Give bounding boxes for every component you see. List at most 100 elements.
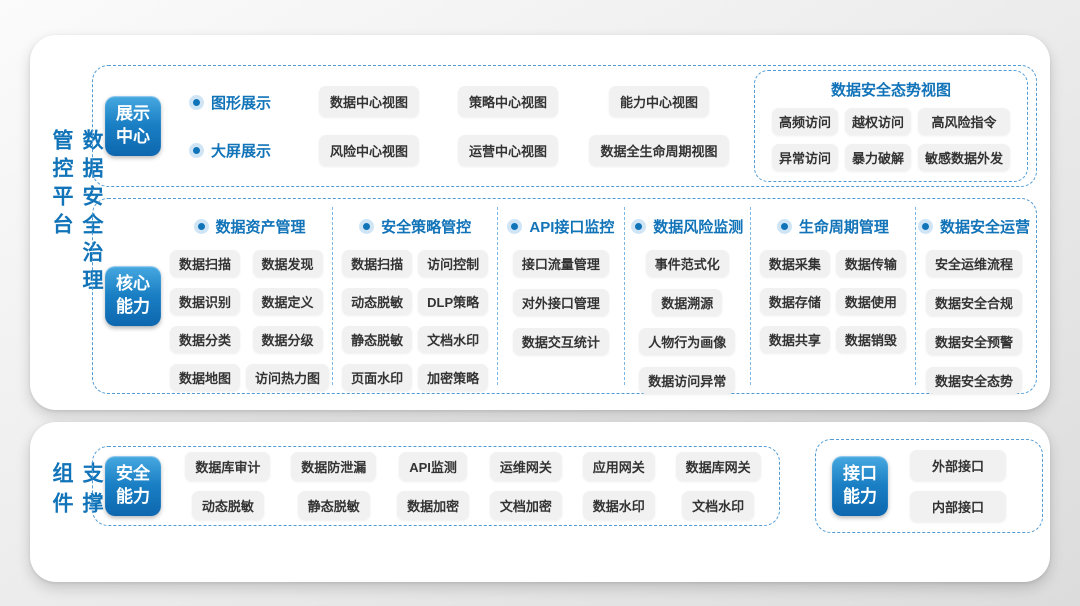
situation-pill: 高频访问 [772,108,838,135]
capability-pill: 事件范式化 [646,250,729,277]
interface-pill: 内部接口 [910,491,1006,522]
capability-pill: 数据安全预警 [926,328,1022,355]
interface-capability-badge: 接口 能力 [832,456,888,516]
interface-capability-items: 外部接口 内部接口 [910,450,1006,522]
capability-pill: 数据发现 [253,250,323,277]
view-pills: 数据中心视图 策略中心视图 能力中心视图 风险中心视图 运营中心视图 数据全生命… [300,86,740,166]
capability-pill: 数据访问异常 [639,367,735,394]
capability-pill: 数据安全合规 [926,289,1022,316]
view-pill: 策略中心视图 [458,86,558,117]
capability-pill: 数据销毁 [836,326,906,353]
capability-pill: 访问热力图 [246,364,329,391]
core-column-title: 数据安全运营 [940,216,1030,237]
capability-pill: 加密策略 [418,364,488,391]
core-column-operations: 数据安全运营 安全运维流程 数据安全合规 数据安全预警 数据安全态势 [915,207,1032,385]
core-column-api-monitor: API接口监控 接口流量管理 对外接口管理 数据交互统计 [497,207,623,385]
interface-pill: 外部接口 [910,450,1006,481]
capability-pill: DLP策略 [418,288,488,315]
core-column-items: 数据扫描 访问控制 动态脱敏 DLP策略 静态脱敏 文档水印 页面水印 加密策略 [342,250,488,391]
security-pill: 数据库网关 [676,452,761,481]
security-pill: 文档加密 [490,491,562,520]
core-column-data-asset: 数据资产管理 数据扫描 数据发现 数据识别 数据定义 数据分类 数据分级 数据地… [167,207,332,385]
capability-pill: 数据使用 [836,288,906,315]
core-column-title: API接口监控 [529,216,614,237]
core-column-risk-monitor: 数据风险监测 事件范式化 数据溯源 人物行为画像 数据访问异常 [624,207,750,385]
core-column-title: 生命周期管理 [799,216,889,237]
security-capability-badge: 安全 能力 [105,456,161,516]
core-column-title: 数据风险监测 [653,216,743,237]
capability-pill: 对外接口管理 [513,289,609,316]
view-pill: 能力中心视图 [609,86,709,117]
bullet-icon [777,219,792,234]
display-mode-bigscreen: 大屏展示 [189,140,292,161]
security-pill: 数据库审计 [185,452,270,481]
capability-pill: 数据分级 [253,326,323,353]
bullet-icon [507,219,522,234]
security-capability-panel: 安全 能力 数据库审计 数据防泄漏 API监测 运维网关 应用网关 数据库网关 … [92,446,780,526]
capability-pill: 数据分类 [170,326,240,353]
core-column-items: 接口流量管理 对外接口管理 数据交互统计 [513,250,609,355]
capability-pill: 数据安全态势 [926,367,1022,394]
security-pill: 应用网关 [583,452,655,481]
security-pill: API监测 [399,452,467,481]
core-column-header: 数据风险监测 [631,216,743,237]
security-pill: 数据水印 [583,491,655,520]
interface-capability-panel: 接口 能力 外部接口 内部接口 [815,439,1043,533]
security-pill: 数据加密 [397,491,469,520]
core-column-items: 事件范式化 数据溯源 人物行为画像 数据访问异常 [639,250,735,394]
capability-pill: 访问控制 [418,250,488,277]
capability-pill: 数据定义 [253,288,323,315]
core-column-header: 数据安全运营 [918,216,1030,237]
core-column-items: 数据扫描 数据发现 数据识别 数据定义 数据分类 数据分级 数据地图 访问热力图 [170,250,329,391]
view-pill: 运营中心视图 [458,135,558,166]
view-pill: 数据中心视图 [319,86,419,117]
situation-pill: 暴力破解 [845,144,911,171]
capability-pill: 数据溯源 [652,289,722,316]
core-column-header: 安全策略管控 [359,216,471,237]
capability-pill: 数据交互统计 [513,328,609,355]
core-column-header: 生命周期管理 [777,216,889,237]
capability-pill: 接口流量管理 [513,250,609,277]
capability-pill: 安全运维流程 [926,250,1022,277]
security-pill: 数据防泄漏 [291,452,376,481]
security-pill: 动态脱敏 [192,491,264,520]
platform-card: 数据安全治理管控平台 展示 中心 图形展示 大屏展示 数据中心视图 策略中心视图… [30,35,1050,410]
capability-pill: 数据扫描 [342,250,412,277]
core-column-title: 数据资产管理 [216,216,306,237]
support-card: 支撑组件 安全 能力 数据库审计 数据防泄漏 API监测 运维网关 应用网关 数… [30,422,1050,582]
core-capability-panel: 核心 能力 数据资产管理 数据扫描 数据发现 数据识别 数据定义 数据分类 数据… [92,198,1037,394]
capability-pill: 文档水印 [418,326,488,353]
core-column-header: 数据资产管理 [194,216,306,237]
situation-pill: 高风险指令 [918,108,1010,135]
core-column-header: API接口监控 [507,216,614,237]
display-modes: 图形展示 大屏展示 [189,92,292,161]
security-capability-items: 数据库审计 数据防泄漏 API监测 运维网关 应用网关 数据库网关 动态脱敏 静… [181,452,765,520]
capability-pill: 数据共享 [760,326,830,353]
capability-pill: 静态脱敏 [342,326,412,353]
display-mode-label: 图形展示 [211,92,271,113]
capability-pill: 数据采集 [760,250,830,277]
security-pill: 静态脱敏 [298,491,370,520]
capability-pill: 数据地图 [170,364,240,391]
display-mode-label: 大屏展示 [211,140,271,161]
core-columns: 数据资产管理 数据扫描 数据发现 数据识别 数据定义 数据分类 数据分级 数据地… [167,207,1032,385]
security-situation-title: 数据安全态势视图 [763,79,1019,100]
security-pill: 运维网关 [490,452,562,481]
display-mode-graph: 图形展示 [189,92,292,113]
bullet-icon [631,219,646,234]
capability-pill: 人物行为画像 [639,328,735,355]
core-column-title: 安全策略管控 [381,216,471,237]
capability-pill: 数据存储 [760,288,830,315]
view-pill: 数据全生命周期视图 [589,135,728,166]
bullet-icon [194,219,209,234]
capability-pill: 数据传输 [836,250,906,277]
situation-pill: 越权访问 [845,108,911,135]
display-center-badge: 展示 中心 [105,96,161,156]
view-pill: 风险中心视图 [319,135,419,166]
core-column-items: 数据采集 数据传输 数据存储 数据使用 数据共享 数据销毁 [760,250,906,353]
bullet-icon [189,143,204,158]
capability-pill: 页面水印 [342,364,412,391]
bullet-icon [359,219,374,234]
bullet-icon [918,219,933,234]
display-center-panel: 展示 中心 图形展示 大屏展示 数据中心视图 策略中心视图 能力中心视图 风险中… [92,65,1037,187]
